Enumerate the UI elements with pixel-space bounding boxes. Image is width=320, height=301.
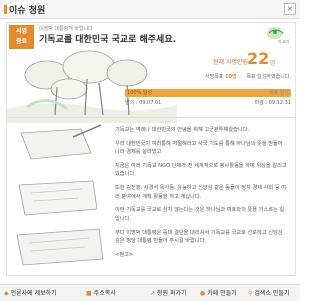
report-press-button[interactable]: ◆ 언론사에 제보하기: [4, 288, 57, 297]
megaphone-icon: ◆: [4, 290, 9, 297]
start-date: 발의 : 09.07.01: [125, 100, 162, 106]
topbar: 이슈 청원 ×: [0, 0, 300, 19]
petition-target: 이명박 대통령께 바랍니다: [39, 26, 93, 32]
title-bar-icon: [4, 5, 7, 14]
progress-bar: 100% 달성 목표 달성: [125, 89, 291, 97]
signer-unit: 명: [270, 60, 276, 67]
signer-count: 22: [247, 49, 270, 68]
paper-illustration-icon: [11, 123, 109, 273]
close-icon[interactable]: ×: [284, 3, 296, 15]
current-signers-label: 현재 서명인원: [213, 59, 249, 66]
tree-illustration-icon: [7, 49, 177, 123]
page-title: 이슈 청원: [4, 3, 45, 16]
bottom-toolbar: ◆ 언론사에 제보하기 ■ 주소복사 ↗ 청원 퍼가기 ● 카페 만들기 ⚲ 검색소 만들…: [0, 284, 300, 301]
create-search-button[interactable]: ⚲ 검색소 만들기: [248, 288, 289, 297]
share-icon: ↗: [150, 290, 156, 297]
end-date: 마감 : 09.12.31: [254, 100, 291, 106]
create-cafe-button[interactable]: ● 카페 만들기: [200, 288, 237, 297]
petition-body: 기독교는 역례나 대한민국의 안녕을 위해 고군분투해왔습니다. 우리 대한민국…: [115, 127, 287, 258]
divider: [7, 117, 295, 118]
petition-card: 서명 중료 이명박 대통령께 바랍니다 기독교를 대한민국 국교로 해주세요. …: [6, 22, 296, 276]
status-badge: 서명 중료: [9, 25, 34, 49]
copy-icon: ■: [86, 290, 92, 297]
share-petition-button[interactable]: ↗ 청원 퍼가기: [150, 288, 187, 297]
cafe-icon: ●: [200, 290, 206, 297]
copy-address-button[interactable]: ■ 주소복사: [86, 288, 116, 297]
search-icon: ⚲: [248, 290, 253, 297]
petition-title[interactable]: 기독교를 대한민국 국교로 해주세요.: [39, 32, 176, 45]
agora-logo: 아고라: [253, 25, 289, 45]
